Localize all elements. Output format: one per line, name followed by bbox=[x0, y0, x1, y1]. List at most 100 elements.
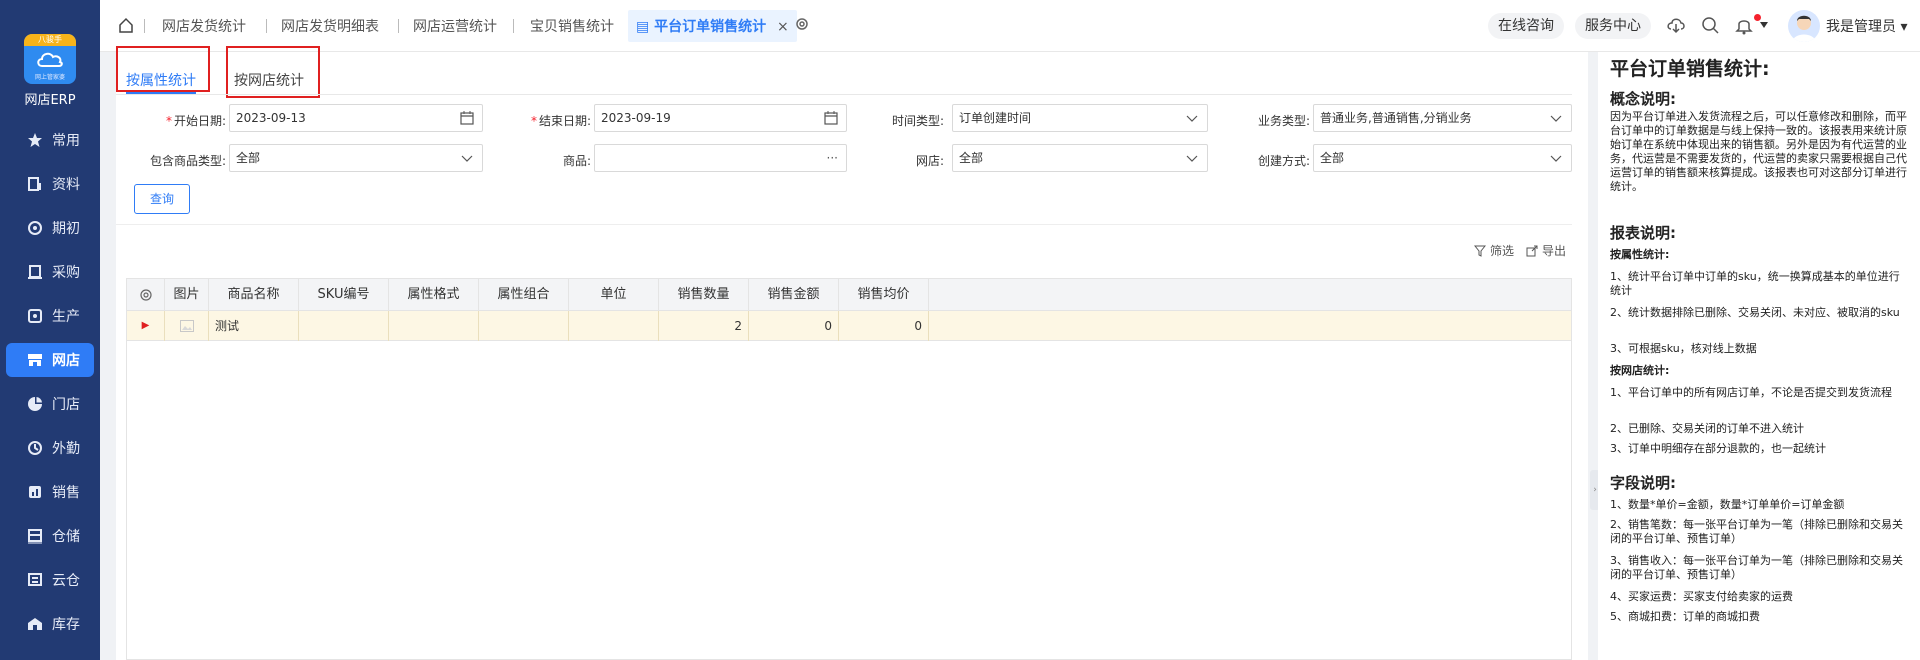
start-date-field[interactable]: 2023-09-13 bbox=[229, 104, 483, 132]
chevron-down-icon bbox=[461, 155, 473, 162]
sales-amount-cell: 0 bbox=[749, 311, 839, 341]
sidebar-item-label: 外勤 bbox=[52, 441, 80, 457]
sidebar-item-sales[interactable]: 销售 bbox=[6, 475, 94, 509]
field-item: 4、买家运费：买家支付给卖家的运费 bbox=[1610, 590, 1793, 603]
search-icon[interactable] bbox=[1700, 15, 1720, 35]
sidebar-item-data[interactable]: 资料 bbox=[6, 167, 94, 201]
sku-cell bbox=[299, 311, 389, 341]
column-header[interactable]: 图片 bbox=[165, 279, 209, 311]
chevron-down-icon bbox=[1186, 115, 1198, 122]
column-header[interactable]: 销售金额 bbox=[749, 279, 839, 311]
by-attribute-title: 按属性统计: bbox=[1610, 248, 1670, 261]
sidebar-item-online-store[interactable]: 网店 bbox=[6, 343, 94, 377]
chart-bar-icon bbox=[26, 483, 44, 501]
goods-type-select[interactable]: 全部 bbox=[229, 144, 483, 172]
table-header: 图片 商品名称 SKU编号 属性格式 属性组合 单位 销售数量 销售金额 销售均… bbox=[127, 279, 1571, 311]
export-label: 导出 bbox=[1542, 244, 1567, 258]
end-date-field[interactable]: 2023-09-19 bbox=[594, 104, 847, 132]
tab-doc-icon: ▤ bbox=[636, 19, 650, 35]
sidebar-item-cloud-warehouse[interactable]: 云仓 bbox=[6, 563, 94, 597]
query-button[interactable]: 查询 bbox=[134, 184, 190, 214]
tab-separator bbox=[144, 19, 145, 33]
chevron-down-icon bbox=[1550, 155, 1562, 162]
required-mark: * bbox=[530, 114, 537, 128]
store-select[interactable]: 全部 bbox=[952, 144, 1208, 172]
biz-type-select[interactable]: 普通业务,普通销售,分销业务 bbox=[1313, 104, 1572, 132]
column-header[interactable]: 销售均价 bbox=[839, 279, 929, 311]
service-center-button[interactable]: 服务中心 bbox=[1575, 13, 1651, 39]
required-mark: * bbox=[165, 114, 172, 128]
sidebar-item-label: 采购 bbox=[52, 265, 80, 281]
column-settings[interactable] bbox=[127, 279, 165, 311]
app-logo[interactable]: 八骏手 网上管家婆 bbox=[24, 34, 76, 84]
sidebar-item-field[interactable]: 外勤 bbox=[6, 431, 94, 465]
sidebar-item-label: 期初 bbox=[52, 221, 80, 237]
by-store-item: 3、订单中明细存在部分退款的，也一起统计 bbox=[1610, 442, 1826, 455]
start-date-value: 2023-09-13 bbox=[236, 111, 306, 125]
export-button[interactable]: 导出 bbox=[1526, 242, 1566, 259]
calendar-icon[interactable] bbox=[824, 111, 838, 125]
bell-icon[interactable] bbox=[1734, 15, 1754, 35]
store-value: 全部 bbox=[959, 151, 984, 165]
online-consult-button[interactable]: 在线咨询 bbox=[1488, 13, 1564, 39]
sidebar-item-shop[interactable]: 门店 bbox=[6, 387, 94, 421]
caret-down-icon[interactable] bbox=[1760, 22, 1768, 28]
concept-text: 因为平台订单进入发货流程之后，可以任意修改和删除，而平台订单中的订单数据是与线上… bbox=[1610, 110, 1907, 193]
sidebar-item-inventory[interactable]: 库存 bbox=[6, 607, 94, 641]
close-icon[interactable]: × bbox=[777, 19, 789, 35]
goods-label: 商品: bbox=[562, 154, 591, 168]
create-mode-label: 创建方式: bbox=[1257, 154, 1310, 168]
column-header[interactable]: 属性格式 bbox=[389, 279, 479, 311]
notification-dot bbox=[1754, 14, 1761, 21]
user-name-label: 我是管理员 bbox=[1826, 19, 1896, 35]
avatar[interactable] bbox=[1788, 10, 1820, 42]
goods-type-value: 全部 bbox=[236, 151, 261, 165]
tab-separator bbox=[266, 19, 267, 33]
inventory-icon bbox=[26, 615, 44, 633]
warehouse-icon bbox=[26, 527, 44, 545]
filter-icon bbox=[1474, 245, 1486, 257]
store-icon bbox=[26, 351, 44, 369]
field-item: 3、销售收入：每一张平台订单为一笔（排除已删除和交易关闭的平台订单、预售订单） bbox=[1610, 554, 1903, 581]
store-label: 网店: bbox=[915, 154, 944, 168]
tab-store-shipping-stats[interactable]: 网店发货统计 bbox=[162, 16, 246, 36]
gear-icon[interactable] bbox=[794, 16, 810, 32]
column-header[interactable]: 销售数量 bbox=[659, 279, 749, 311]
sidebar-item-production[interactable]: 生产 bbox=[6, 299, 94, 333]
attr-combo-cell bbox=[479, 311, 569, 341]
create-mode-select[interactable]: 全部 bbox=[1313, 144, 1572, 172]
end-date-value: 2023-09-19 bbox=[601, 111, 671, 125]
field-item: 2、销售笔数：每一张平台订单为一笔（排除已删除和交易关闭的平台订单、预售订单） bbox=[1610, 518, 1903, 545]
filter-button[interactable]: 筛选 bbox=[1474, 242, 1514, 259]
column-header[interactable]: 商品名称 bbox=[209, 279, 299, 311]
home-icon[interactable] bbox=[118, 17, 134, 33]
highlight-box-attribute bbox=[116, 46, 210, 92]
report-main: 按属性统计 按网店统计 * 开始日期: 2023-09-13 * 结束日期: 202… bbox=[116, 46, 1588, 660]
by-store-item: 2、已删除、交易关闭的订单不进入统计 bbox=[1610, 422, 1804, 435]
product-name-cell: 测试 bbox=[209, 311, 299, 341]
sidebar-item-opening[interactable]: 期初 bbox=[6, 211, 94, 245]
sidebar-item-common[interactable]: 常用 bbox=[6, 123, 94, 157]
sidebar-item-storage[interactable]: 仓储 bbox=[6, 519, 94, 553]
column-header[interactable]: SKU编号 bbox=[299, 279, 389, 311]
more-icon[interactable]: ··· bbox=[827, 145, 838, 171]
time-type-select[interactable]: 订单创建时间 bbox=[952, 104, 1208, 132]
tab-store-operation-stats[interactable]: 网店运营统计 bbox=[413, 16, 497, 36]
calendar-icon[interactable] bbox=[460, 111, 474, 125]
table-row[interactable]: ▶ 测试 2 0 0 bbox=[127, 311, 1571, 341]
factory-icon bbox=[26, 307, 44, 325]
tab-item-sales-stats[interactable]: 宝贝销售统计 bbox=[530, 16, 614, 36]
sidebar-item-purchase[interactable]: 采购 bbox=[6, 255, 94, 289]
sidebar-item-label: 仓储 bbox=[52, 529, 80, 545]
goods-input[interactable]: ··· bbox=[594, 144, 847, 172]
by-store-title: 按网店统计: bbox=[1610, 364, 1670, 377]
field-icon bbox=[26, 439, 44, 457]
create-mode-value: 全部 bbox=[1320, 151, 1345, 165]
report-heading: 报表说明: bbox=[1610, 224, 1676, 242]
user-name[interactable]: 我是管理员 ▾ bbox=[1826, 16, 1907, 36]
column-header[interactable]: 属性组合 bbox=[479, 279, 569, 311]
cloud-download-icon[interactable] bbox=[1666, 15, 1686, 35]
column-header[interactable]: 单位 bbox=[569, 279, 659, 311]
tab-store-shipping-detail[interactable]: 网店发货明细表 bbox=[281, 16, 379, 36]
tab-platform-order-sales-stats[interactable]: ▤ 平台订单销售统计 × bbox=[628, 10, 797, 42]
